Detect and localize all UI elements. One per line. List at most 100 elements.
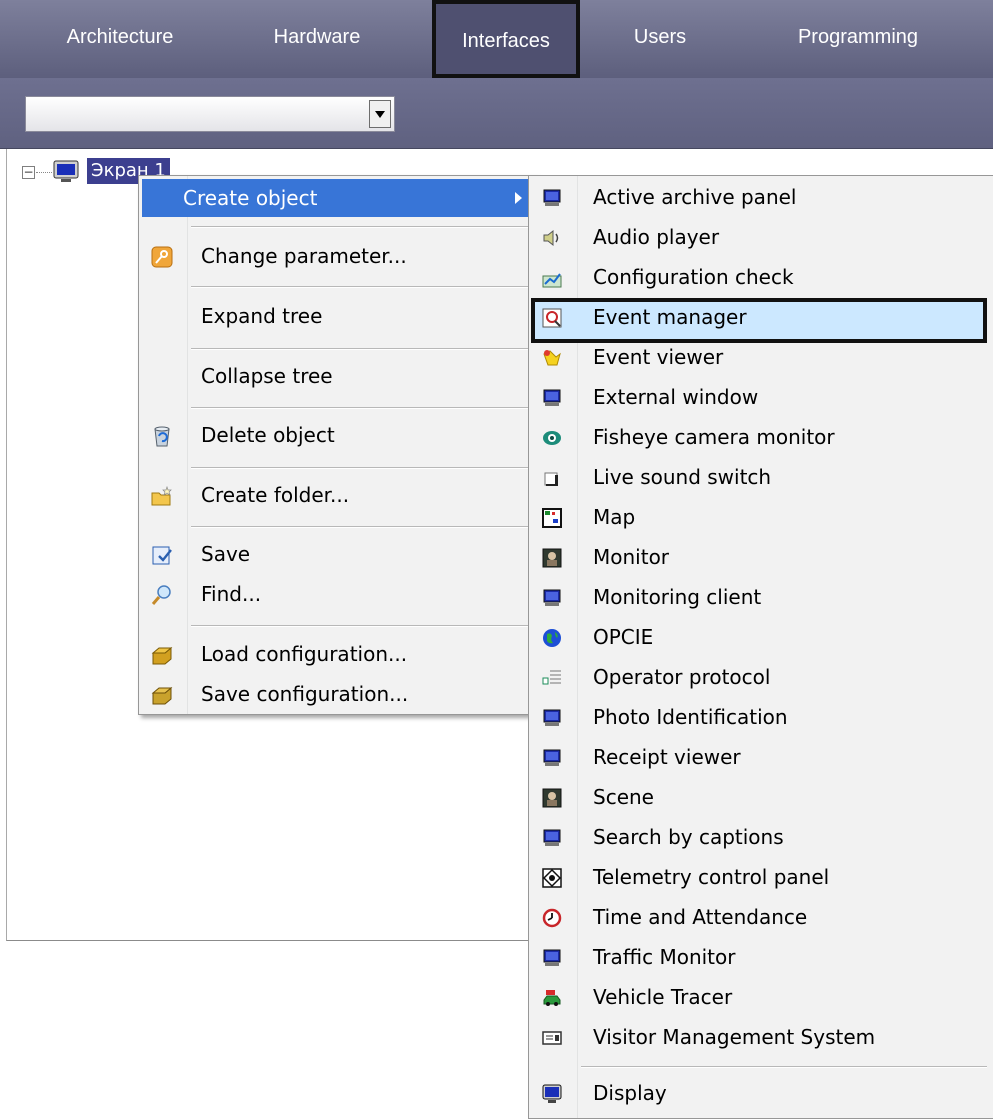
submenu-item-time-and-attendance[interactable]: Time and Attendance <box>533 898 989 937</box>
submenu-item-label: Time and Attendance <box>593 905 808 929</box>
tree-collapse-toggle[interactable]: − <box>22 166 35 179</box>
menu-separator <box>191 348 531 350</box>
submenu-item-monitor[interactable]: Monitor <box>533 538 989 577</box>
menu-separator <box>191 467 531 469</box>
menu-item-label: Delete object <box>201 423 335 447</box>
menu-separator <box>191 625 531 627</box>
save-icon <box>152 546 172 565</box>
submenu-item-label: Photo Identification <box>593 705 788 729</box>
protocol-list-icon <box>542 670 561 685</box>
tree-connector <box>36 172 52 173</box>
monitor-icon <box>543 949 561 966</box>
submenu-item-label: Operator protocol <box>593 665 771 689</box>
chevron-down-icon <box>375 110 385 118</box>
dropdown-button[interactable] <box>369 100 391 128</box>
key-icon <box>151 246 173 268</box>
submenu-item-visitor-management-system[interactable]: Visitor Management System <box>533 1018 989 1057</box>
submenu-item-event-viewer[interactable]: Event viewer <box>533 338 989 377</box>
window-icon <box>544 472 558 486</box>
context-menu: Create object Change parameter... Expand… <box>138 175 538 715</box>
clock-icon <box>542 908 562 928</box>
submenu-item-live-sound-switch[interactable]: Live sound switch <box>533 458 989 497</box>
submenu-item-event-manager[interactable]: Event manager <box>531 298 987 343</box>
event-manager-icon <box>542 308 562 328</box>
monitor-icon <box>543 389 561 406</box>
monitor-icon <box>543 589 561 606</box>
submenu-item-telemetry-control-panel[interactable]: Telemetry control panel <box>533 858 989 897</box>
menu-item-change-parameter[interactable]: Change parameter... <box>142 237 534 275</box>
menu-item-expand-tree[interactable]: Expand tree <box>142 297 534 335</box>
load-config-icon <box>151 646 173 665</box>
menu-separator <box>191 226 531 228</box>
submenu-item-label: Event viewer <box>593 345 724 369</box>
menu-item-delete-object[interactable]: Delete object <box>142 416 534 454</box>
submenu-item-traffic-monitor[interactable]: Traffic Monitor <box>533 938 989 977</box>
tab-interfaces[interactable]: Interfaces <box>432 0 580 78</box>
menu-separator <box>191 407 531 409</box>
submenu-item-label: Live sound switch <box>593 465 772 489</box>
monitor-icon <box>543 749 561 766</box>
menu-item-label: Save configuration... <box>201 682 409 706</box>
submenu-item-external-window[interactable]: External window <box>533 378 989 417</box>
submenu-item-label: Event manager <box>593 305 747 329</box>
submenu-item-search-by-captions[interactable]: Search by captions <box>533 818 989 857</box>
menu-separator <box>191 286 531 288</box>
id-card-icon <box>542 1031 562 1045</box>
submenu-arrow-icon <box>515 192 522 204</box>
submenu-item-label: Fisheye camera monitor <box>593 425 835 449</box>
object-type-dropdown[interactable] <box>25 96 395 132</box>
submenu-item-monitoring-client[interactable]: Monitoring client <box>533 578 989 617</box>
tab-users[interactable]: Users <box>605 0 715 78</box>
submenu-item-photo-identification[interactable]: Photo Identification <box>533 698 989 737</box>
submenu-item-configuration-check[interactable]: Configuration check <box>533 258 989 297</box>
submenu-item-audio-player[interactable]: Audio player <box>533 218 989 257</box>
submenu-item-label: Telemetry control panel <box>593 865 830 889</box>
save-config-icon <box>151 686 173 705</box>
menu-item-load-configuration[interactable]: Load configuration... <box>142 635 534 673</box>
submenu-item-label: Visitor Management System <box>593 1025 876 1049</box>
submenu-item-label: Monitor <box>593 545 670 569</box>
submenu-item-receipt-viewer[interactable]: Receipt viewer <box>533 738 989 777</box>
event-viewer-icon <box>543 350 561 366</box>
submenu-item-label: Configuration check <box>593 265 794 289</box>
globe-icon <box>543 629 561 647</box>
menu-item-label: Create folder... <box>201 483 350 507</box>
submenu-item-label: OPCIE <box>593 625 654 649</box>
submenu-item-map[interactable]: Map <box>533 498 989 537</box>
submenu-item-active-archive-panel[interactable]: Active archive panel <box>533 178 989 217</box>
menu-separator <box>191 526 531 528</box>
chart-check-icon <box>542 273 562 288</box>
submenu-separator <box>581 1066 987 1068</box>
menu-item-save-configuration[interactable]: Save configuration... <box>142 675 534 713</box>
tab-programming[interactable]: Programming <box>768 0 948 78</box>
submenu-item-label: Monitoring client <box>593 585 762 609</box>
vehicle-icon <box>543 990 561 1006</box>
map-icon <box>542 508 562 528</box>
menu-item-save[interactable]: Save <box>142 535 534 573</box>
submenu-item-operator-protocol[interactable]: Operator protocol <box>533 658 989 697</box>
submenu-item-label: Active archive panel <box>593 185 797 209</box>
submenu-item-label: Map <box>593 505 636 529</box>
submenu-item-scene[interactable]: Scene <box>533 778 989 817</box>
new-folder-icon <box>151 485 172 506</box>
tab-architecture[interactable]: Architecture <box>40 0 200 78</box>
menu-item-label: Create object <box>183 186 318 210</box>
display-icon <box>542 1084 562 1103</box>
menu-item-collapse-tree[interactable]: Collapse tree <box>142 357 534 395</box>
submenu-item-label: Search by captions <box>593 825 784 849</box>
submenu-item-fisheye-camera-monitor[interactable]: Fisheye camera monitor <box>533 418 989 457</box>
submenu-item-opcie[interactable]: OPCIE <box>533 618 989 657</box>
submenu-item-vehicle-tracer[interactable]: Vehicle Tracer <box>533 978 989 1017</box>
speaker-icon <box>543 229 559 247</box>
menu-item-create-folder[interactable]: Create folder... <box>142 476 534 514</box>
camera-monitor-icon <box>542 788 562 808</box>
menu-item-find[interactable]: Find... <box>142 575 534 613</box>
submenu-item-label: Traffic Monitor <box>593 945 736 969</box>
menu-item-create-object[interactable]: Create object <box>142 179 534 217</box>
submenu-item-display[interactable]: Display <box>533 1074 989 1113</box>
monitor-icon <box>543 829 561 846</box>
screen-node-icon <box>53 160 79 182</box>
tab-hardware[interactable]: Hardware <box>237 0 397 78</box>
magnifier-icon <box>151 585 171 605</box>
submenu-item-label: Receipt viewer <box>593 745 741 769</box>
